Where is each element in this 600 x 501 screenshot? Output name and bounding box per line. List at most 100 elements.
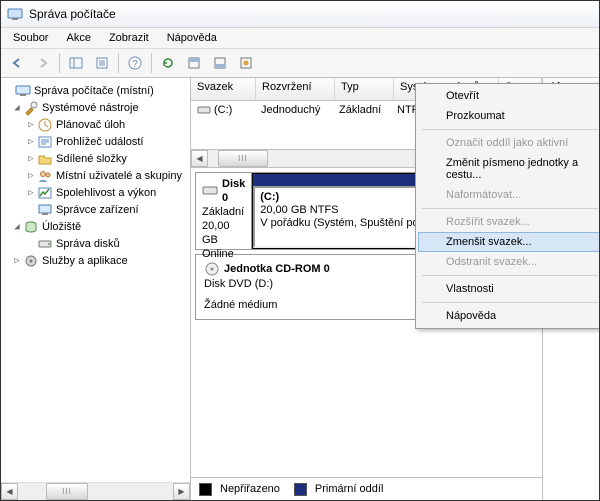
- tree-services-apps[interactable]: ▷ Služby a aplikace: [3, 252, 188, 269]
- column-volume[interactable]: Svazek: [191, 78, 256, 100]
- expand-toggle[interactable]: ▷: [25, 188, 37, 198]
- tree-device-manager[interactable]: Správce zařízení: [3, 201, 188, 218]
- tree-horizontal-scrollbar[interactable]: ◀ III ▶: [1, 482, 190, 500]
- settings-button[interactable]: [234, 51, 258, 75]
- disk-status: Online: [202, 247, 245, 261]
- tree-task-scheduler[interactable]: ▷ Plánovač úloh: [3, 116, 188, 133]
- scroll-left-arrow[interactable]: ◀: [191, 150, 208, 167]
- tree-event-viewer[interactable]: ▷ Prohlížeč událostí: [3, 133, 188, 150]
- legend-primary-label: Primární oddíl: [315, 483, 383, 495]
- tree-label: Systémové nástroje: [42, 102, 139, 114]
- app-icon: [7, 6, 23, 22]
- menu-properties[interactable]: Vlastnosti: [418, 279, 600, 299]
- toolbar-separator: [151, 53, 152, 73]
- tree-disk-management[interactable]: Správa disků: [3, 235, 188, 252]
- disk-title: Disk 0: [222, 177, 245, 205]
- forward-button[interactable]: [31, 51, 55, 75]
- scroll-right-arrow[interactable]: ▶: [173, 483, 190, 500]
- disk-0-info: Disk 0 Základní 20,00 GB Online: [196, 173, 252, 249]
- svg-text:?: ?: [132, 59, 138, 70]
- expand-toggle[interactable]: ▷: [25, 137, 37, 147]
- partition-label: (C:): [260, 191, 279, 203]
- legend-unallocated-swatch: [199, 483, 212, 496]
- column-type[interactable]: Typ: [335, 78, 394, 100]
- menu-shrink[interactable]: Zmenšit svazek...: [418, 232, 600, 252]
- toolbar-separator: [59, 53, 60, 73]
- toolbar: ?: [1, 49, 599, 78]
- menu-explore[interactable]: Prozkoumat: [418, 106, 600, 126]
- tree-root[interactable]: Správa počítače (místní): [3, 82, 188, 99]
- tree-label: Plánovač úloh: [56, 119, 125, 131]
- tree-label: Správa disků: [56, 238, 120, 250]
- volume-layout: Jednoduchý: [255, 104, 333, 116]
- menu-separator: [422, 129, 598, 130]
- menu-open[interactable]: Otevřít: [418, 86, 600, 106]
- column-layout[interactable]: Rozvržení: [256, 78, 335, 100]
- window-title: Správa počítače: [29, 7, 116, 21]
- services-icon: [23, 253, 39, 269]
- view-top-button[interactable]: [182, 51, 206, 75]
- navigation-tree[interactable]: Správa počítače (místní) ◢ Systémové nás…: [1, 78, 191, 500]
- show-hide-tree-button[interactable]: [64, 51, 88, 75]
- menu-mark-active: Označit oddíl jako aktivní: [418, 133, 600, 153]
- performance-icon: [37, 185, 53, 201]
- tree-label: Správa počítače (místní): [34, 85, 154, 97]
- titlebar[interactable]: Správa počítače: [1, 1, 599, 28]
- tree-system-tools[interactable]: ◢ Systémové nástroje: [3, 99, 188, 116]
- computer-management-window: Správa počítače Soubor Akce Zobrazit Náp…: [0, 0, 600, 501]
- disk-management-icon: [37, 236, 53, 252]
- volume-label: (C:): [214, 104, 232, 116]
- menu-file[interactable]: Soubor: [5, 30, 56, 46]
- expand-toggle[interactable]: ▷: [11, 256, 23, 266]
- menubar: Soubor Akce Zobrazit Nápověda: [1, 28, 599, 49]
- scroll-thumb[interactable]: III: [46, 483, 88, 500]
- menu-view[interactable]: Zobrazit: [101, 30, 157, 46]
- scroll-left-arrow[interactable]: ◀: [1, 483, 18, 500]
- menu-help[interactable]: Nápověda: [418, 306, 600, 326]
- clock-icon: [37, 117, 53, 133]
- disk-icon: [202, 184, 218, 198]
- cdrom-icon: [204, 261, 220, 277]
- context-menu[interactable]: Otevřít Prozkoumat Označit oddíl jako ak…: [415, 83, 600, 329]
- computer-icon: [15, 83, 31, 99]
- legend: Nepřiřazeno Primární oddíl: [191, 477, 542, 500]
- device-manager-icon: [37, 202, 53, 218]
- expand-toggle[interactable]: ◢: [11, 103, 23, 113]
- back-button[interactable]: [5, 51, 29, 75]
- legend-primary-swatch: [294, 483, 307, 496]
- expand-toggle[interactable]: ▷: [25, 120, 37, 130]
- menu-separator: [422, 275, 598, 276]
- volume-type: Základní: [333, 104, 391, 116]
- tree-label: Místní uživatelé a skupiny: [56, 170, 182, 182]
- expand-toggle[interactable]: ◢: [11, 222, 23, 232]
- menu-format: Naformátovat...: [418, 185, 600, 205]
- tree-local-users[interactable]: ▷ Místní uživatelé a skupiny: [3, 167, 188, 184]
- tree-storage[interactable]: ◢ Úložiště: [3, 218, 188, 235]
- menu-action[interactable]: Akce: [58, 30, 98, 46]
- tree-label: Služby a aplikace: [42, 255, 128, 267]
- tree-shared-folders[interactable]: ▷ Sdílené složky: [3, 150, 188, 167]
- tree-label: Sdílené složky: [56, 153, 127, 165]
- expand-toggle[interactable]: ▷: [25, 154, 37, 164]
- menu-help[interactable]: Nápověda: [159, 30, 225, 46]
- tree-label: Spolehlivost a výkon: [56, 187, 156, 199]
- legend-unallocated-label: Nepřiřazeno: [220, 483, 280, 495]
- help-button[interactable]: ?: [123, 51, 147, 75]
- tree-label: Prohlížeč událostí: [56, 136, 143, 148]
- tree-reliability[interactable]: ▷ Spolehlivost a výkon: [3, 184, 188, 201]
- disk-type: Základní: [202, 205, 245, 219]
- storage-icon: [23, 219, 39, 235]
- tree-label: Správce zařízení: [56, 204, 139, 216]
- menu-change-letter[interactable]: Změnit písmeno jednotky a cestu...: [418, 153, 600, 185]
- refresh-button[interactable]: [156, 51, 180, 75]
- properties-button[interactable]: [90, 51, 114, 75]
- partition-info: 20,00 GB NTFS: [260, 204, 338, 216]
- scroll-thumb[interactable]: III: [218, 150, 268, 167]
- disk-size: 20,00 GB: [202, 219, 245, 247]
- cdrom-title: Jednotka CD-ROM 0: [224, 262, 330, 277]
- menu-delete: Odstranit svazek...: [418, 252, 600, 272]
- menu-extend: Rozšířit svazek...: [418, 212, 600, 232]
- view-bottom-button[interactable]: [208, 51, 232, 75]
- expand-toggle[interactable]: ▷: [25, 171, 37, 181]
- tools-icon: [23, 100, 39, 116]
